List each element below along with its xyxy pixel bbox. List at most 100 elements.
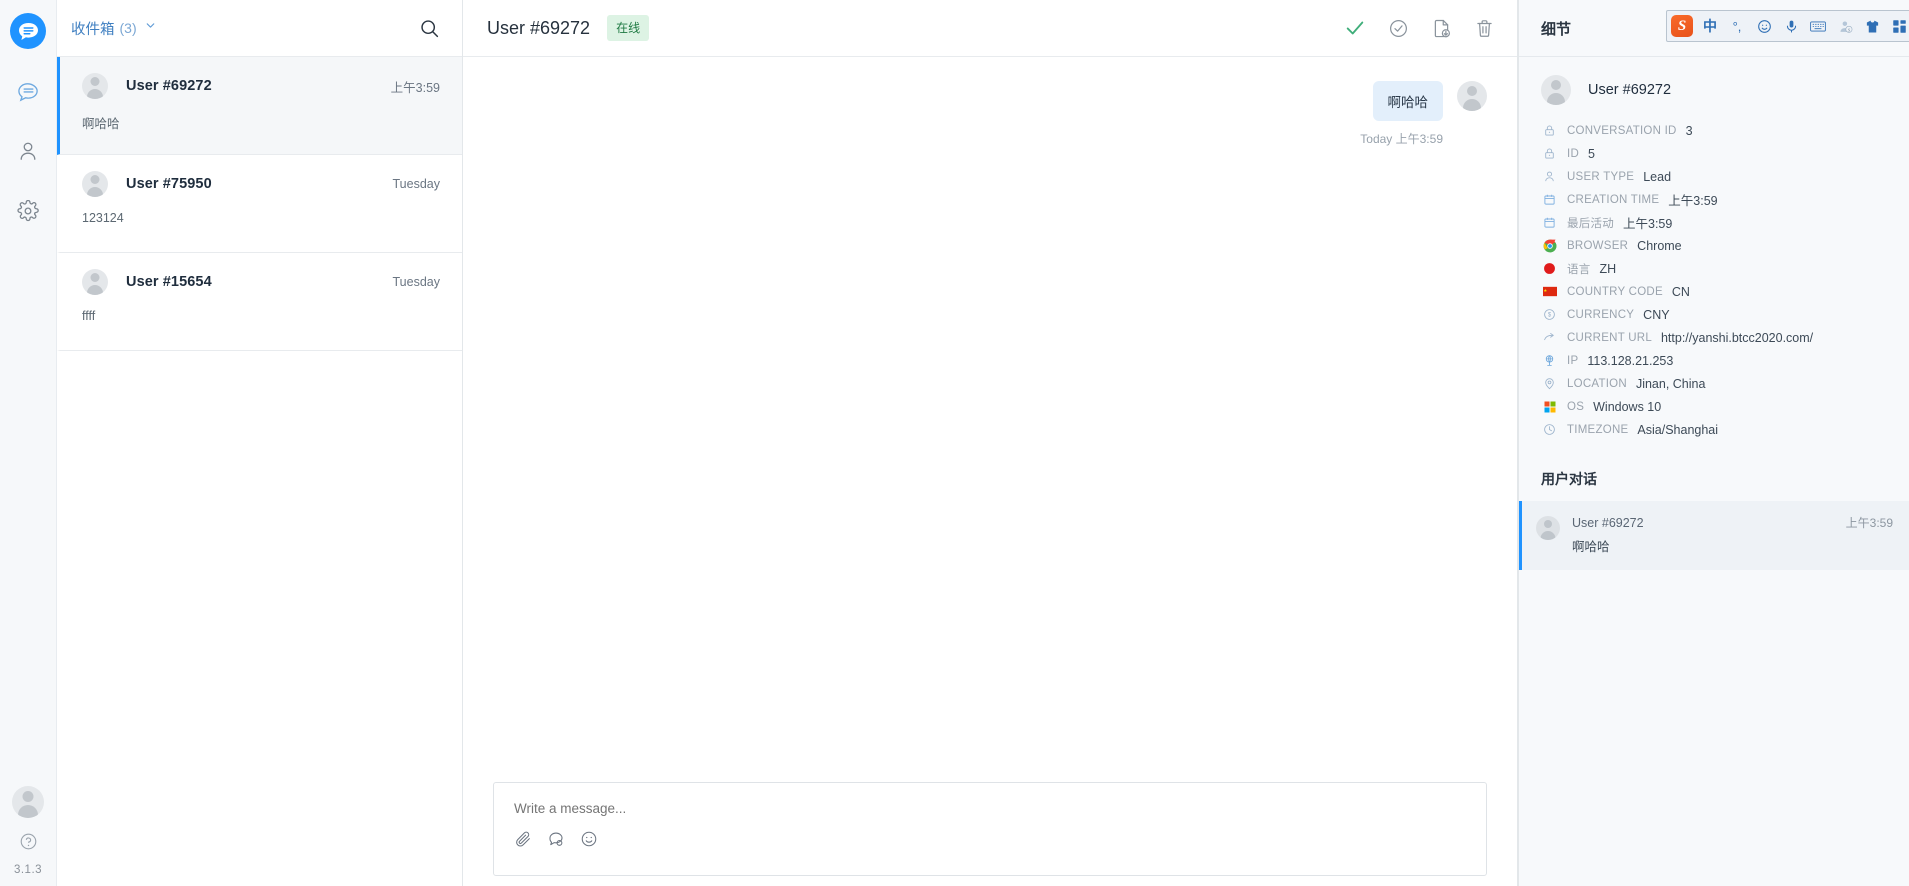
list-item[interactable]: User #75950 Tuesday 123124 <box>57 155 462 253</box>
conversation-list-header: 收件箱 (3) <box>57 0 462 57</box>
inbox-label: 收件箱 <box>71 21 115 38</box>
detail-value: 113.128.21.253 <box>1587 353 1674 368</box>
ime-emoji-button[interactable] <box>1754 19 1774 34</box>
detail-row-ip: IP 113.128.21.253 <box>1541 349 1887 372</box>
sidebar-item-contacts[interactable] <box>8 131 48 171</box>
detail-value: 3 <box>1685 123 1693 138</box>
user-conversation-item[interactable]: User #69272 上午3:59 啊哈哈 <box>1519 501 1909 570</box>
detail-label: LOCATION <box>1567 377 1627 390</box>
user-conversation-name: User #69272 <box>1572 516 1644 530</box>
circle-check-icon <box>1390 19 1407 37</box>
rail-bottom: 3.1.3 <box>0 786 56 878</box>
ime-voice-input-button[interactable] <box>1781 19 1801 34</box>
composer-tools <box>514 830 1466 848</box>
avatar <box>82 73 108 99</box>
detail-label: 最后活动 <box>1567 217 1614 230</box>
list-item-top: User #15654 Tuesday <box>82 269 440 295</box>
list-item[interactable]: User #69272 上午3:59 啊哈哈 <box>57 57 462 155</box>
user-conversation-main: User #69272 上午3:59 啊哈哈 <box>1572 514 1893 555</box>
emoji-button[interactable] <box>580 830 598 848</box>
sogou-logo-icon[interactable]: S <box>1671 15 1693 37</box>
resolve-button[interactable] <box>1344 17 1366 39</box>
clock-icon <box>1541 423 1558 436</box>
saved-replies-button[interactable] <box>547 830 565 848</box>
chrome-glyph <box>1543 239 1556 252</box>
list-item[interactable]: User #15654 Tuesday ffff <box>57 253 462 351</box>
delete-button[interactable] <box>1474 18 1495 39</box>
detail-row-conversation-id: CONVERSATION ID 3 <box>1541 119 1887 142</box>
ime-punctuation-button[interactable]: °, <box>1727 19 1747 34</box>
lock-icon <box>1541 124 1558 137</box>
ime-chinese-mode-button[interactable]: 中 <box>1700 16 1720 36</box>
user-conversation-time: 上午3:59 <box>1845 516 1893 530</box>
message-bubble: 啊哈哈 <box>1372 81 1443 121</box>
message-composer[interactable] <box>493 782 1487 876</box>
export-transcript-button[interactable] <box>1431 18 1452 39</box>
left-nav-rail: 3.1.3 <box>0 0 57 886</box>
detail-row-timezone: TIMEZONE Asia/Shanghai <box>1541 418 1887 441</box>
inbox-selector[interactable]: 收件箱 (3) <box>71 18 157 39</box>
list-item-time: Tuesday <box>392 177 440 191</box>
detail-label: CURRENCY <box>1567 308 1635 321</box>
ime-handwriting-button[interactable]: S <box>1835 19 1855 34</box>
detail-label: BROWSER <box>1567 239 1629 252</box>
message-input[interactable] <box>514 801 1466 816</box>
handwriting-icon: S <box>1840 20 1852 33</box>
sidebar-item-settings[interactable] <box>8 191 48 231</box>
saved-reply-icon <box>549 832 563 846</box>
list-item-name: User #15654 <box>126 274 212 290</box>
detail-row-creation-time: CREATION TIME 上午3:59 <box>1541 188 1887 211</box>
detail-row-os: OS Windows 10 <box>1541 395 1887 418</box>
detail-row-user-type: USER TYPE Lead <box>1541 165 1887 188</box>
detail-label: ID <box>1567 147 1579 160</box>
ime-toolbox-button[interactable] <box>1889 19 1909 34</box>
user-conversation-top: User #69272 上午3:59 <box>1572 514 1893 531</box>
chat-panel: User #69272 在线 啊哈哈 Today 上午3:59 Write a … <box>463 0 1518 886</box>
rail-items <box>8 71 48 231</box>
trash-icon <box>1477 19 1492 37</box>
ime-skin-button[interactable] <box>1862 19 1882 34</box>
china-flag-icon <box>1541 286 1558 297</box>
current-user-avatar[interactable] <box>12 786 44 818</box>
app-version: 3.1.3 <box>13 864 43 876</box>
detail-value: CNY <box>1643 307 1670 322</box>
detail-value: 上午3:59 <box>1668 194 1718 208</box>
chat-header: User #69272 在线 <box>463 0 1517 57</box>
inbox-count: (3) <box>119 20 137 36</box>
snooze-button[interactable] <box>1388 18 1409 39</box>
currency-icon: $ <box>1541 308 1558 321</box>
search-button[interactable] <box>415 14 444 43</box>
detail-row-current-url: CURRENT URL http://yanshi.btcc2020.com/ <box>1541 326 1887 349</box>
detail-value: CN <box>1671 284 1690 299</box>
detail-value: 5 <box>1588 146 1595 161</box>
detail-value: Chrome <box>1637 238 1682 253</box>
avatar <box>1457 81 1487 111</box>
detail-label: IP <box>1567 354 1579 367</box>
user-conversations-title: 用户对话 <box>1541 471 1597 487</box>
map-pin-icon <box>1541 377 1558 390</box>
detail-row-browser: BROWSER Chrome <box>1541 234 1887 257</box>
ime-soft-keyboard-button[interactable] <box>1808 20 1828 33</box>
chat-logo-icon <box>18 22 38 40</box>
svg-text:$: $ <box>1548 313 1552 319</box>
app-logo[interactable] <box>10 13 46 49</box>
sidebar-item-conversations[interactable] <box>8 71 48 111</box>
chrome-icon <box>1541 239 1558 253</box>
ime-toolbar[interactable]: S 中 °, S <box>1666 10 1909 42</box>
emoji-icon <box>581 831 597 847</box>
detail-value: http://yanshi.btcc2020.com/ <box>1660 330 1814 345</box>
chevron-down-icon <box>144 19 157 37</box>
page-title: User #69272 <box>487 17 591 38</box>
detail-value: Jinan, China <box>1635 376 1706 391</box>
document-download-icon <box>1434 19 1450 37</box>
paperclip-icon <box>516 831 530 847</box>
detail-value: Asia/Shanghai <box>1637 422 1719 437</box>
status-badge: 在线 <box>607 15 650 41</box>
detail-label: OS <box>1567 400 1585 413</box>
help-button[interactable] <box>14 827 42 855</box>
detail-label: USER TYPE <box>1567 170 1635 183</box>
gear-icon <box>17 200 39 222</box>
attach-file-button[interactable] <box>514 830 532 848</box>
user-conversation-text: 啊哈哈 <box>1572 540 1610 554</box>
app-root: 3.1.3 收件箱 (3) User #69272 上午3:59 啊哈哈 Use… <box>0 0 1909 886</box>
